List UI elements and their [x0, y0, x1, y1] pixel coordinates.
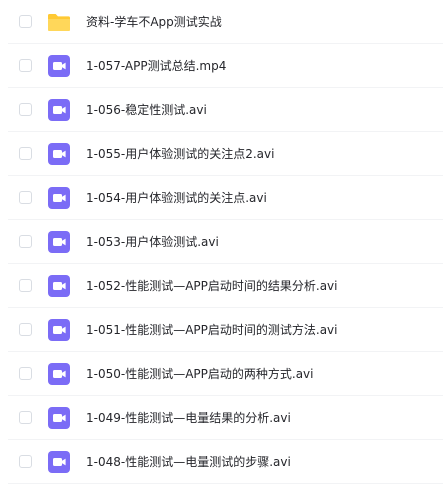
row-checkbox[interactable]: [19, 455, 32, 468]
video-file-icon: [47, 406, 71, 430]
row-checkbox[interactable]: [19, 59, 32, 72]
file-name[interactable]: 1-053-用户体验测试.avi: [86, 232, 219, 252]
file-row[interactable]: 1-056-稳定性测试.avi: [0, 88, 447, 132]
row-checkbox[interactable]: [19, 367, 32, 380]
file-row[interactable]: 1-054-用户体验测试的关注点.avi: [0, 176, 447, 220]
video-file-icon: [47, 230, 71, 254]
folder-row[interactable]: 资料-学车不App测试实战: [0, 0, 447, 44]
file-name[interactable]: 1-055-用户体验测试的关注点2.avi: [86, 144, 274, 164]
file-list: 资料-学车不App测试实战 1-057-APP测试总结.mp4 1-056-稳定…: [0, 0, 447, 494]
file-row[interactable]: 1-057-APP测试总结.mp4: [0, 44, 447, 88]
file-name[interactable]: 1-048-性能测试—电量测试的步骤.avi: [86, 452, 291, 472]
row-checkbox[interactable]: [19, 147, 32, 160]
file-row[interactable]: 1-050-性能测试—APP启动的两种方式.avi: [0, 352, 447, 396]
file-name[interactable]: 1-056-稳定性测试.avi: [86, 100, 207, 120]
row-checkbox[interactable]: [19, 411, 32, 424]
file-row[interactable]: 1-055-用户体验测试的关注点2.avi: [0, 132, 447, 176]
file-name[interactable]: 1-049-性能测试—电量结果的分析.avi: [86, 408, 291, 428]
row-checkbox[interactable]: [19, 191, 32, 204]
file-row[interactable]: 1-052-性能测试—APP启动时间的结果分析.avi: [0, 264, 447, 308]
file-name[interactable]: 1-057-APP测试总结.mp4: [86, 56, 226, 76]
video-file-icon: [47, 362, 71, 386]
row-checkbox[interactable]: [19, 323, 32, 336]
video-file-icon: [47, 54, 71, 78]
file-name[interactable]: 1-054-用户体验测试的关注点.avi: [86, 188, 267, 208]
row-checkbox[interactable]: [19, 235, 32, 248]
video-file-icon: [47, 450, 71, 474]
video-file-icon: [47, 318, 71, 342]
video-file-icon: [47, 142, 71, 166]
file-row[interactable]: 1-053-用户体验测试.avi: [0, 220, 447, 264]
row-checkbox[interactable]: [19, 103, 32, 116]
file-name[interactable]: 1-051-性能测试—APP启动时间的测试方法.avi: [86, 320, 338, 340]
file-row[interactable]: 1-051-性能测试—APP启动时间的测试方法.avi: [0, 308, 447, 352]
folder-icon: [47, 10, 71, 34]
file-name[interactable]: 1-052-性能测试—APP启动时间的结果分析.avi: [86, 276, 338, 296]
file-row[interactable]: 1-049-性能测试—电量结果的分析.avi: [0, 396, 447, 440]
video-file-icon: [47, 274, 71, 298]
video-file-icon: [47, 186, 71, 210]
file-row[interactable]: 1-048-性能测试—电量测试的步骤.avi: [0, 440, 447, 484]
file-name[interactable]: 资料-学车不App测试实战: [86, 12, 222, 32]
video-file-icon: [47, 98, 71, 122]
row-checkbox[interactable]: [19, 279, 32, 292]
file-name[interactable]: 1-050-性能测试—APP启动的两种方式.avi: [86, 364, 314, 384]
row-divider: [8, 483, 443, 484]
row-checkbox[interactable]: [19, 15, 32, 28]
